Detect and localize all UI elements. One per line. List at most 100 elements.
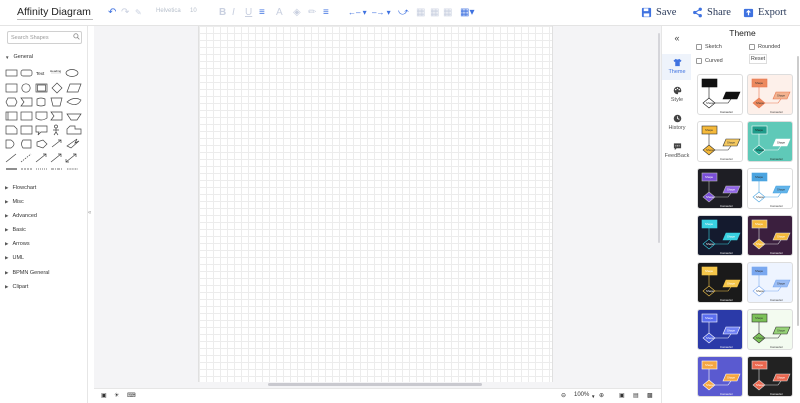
section-misc[interactable]: ▶ Misc [5,199,24,205]
shape-rounded-rectangle[interactable] [20,69,33,77]
strip-item-style[interactable]: Style [662,86,692,103]
sketch-checkbox[interactable] [696,44,702,50]
zoom-level[interactable]: 100% [574,392,589,398]
zoom-dropdown-icon[interactable]: ▼ [591,394,595,399]
group-icon[interactable]: ▦ [443,7,452,19]
shape-lightning[interactable] [66,138,80,149]
theme-card[interactable]: Shape Shape Shape Connector [697,215,743,256]
share-button[interactable]: Share [692,7,731,18]
shape-delay[interactable] [5,139,15,149]
shape-cloud[interactable] [66,98,82,105]
export-button[interactable]: Export [743,7,787,18]
section-clipart[interactable]: ▶ Clipart [5,284,28,290]
shape-heading[interactable]: Heading [50,69,62,73]
shape-cross[interactable] [66,125,82,135]
section-basic[interactable]: ▶ Basic [5,227,26,233]
shape-callout[interactable] [35,125,48,136]
shape-circle[interactable] [21,83,31,93]
theme-card[interactable]: Shape Shape Shape Connector [747,168,793,209]
bold-icon[interactable]: B [219,7,226,19]
zoom-in-icon[interactable]: ⊕ [599,392,604,399]
font-color-icon[interactable]: A [276,7,283,19]
theme-card[interactable]: Shape Shape Shape Connector [697,262,743,303]
shape-cylinder[interactable] [36,97,46,107]
drawing-page[interactable] [198,26,553,382]
theme-card[interactable]: Shape Shape Shape Connector [747,121,793,162]
shape-rectangle[interactable] [5,69,18,77]
shape-display[interactable] [21,139,32,149]
shape-text[interactable]: Text [36,71,45,76]
zoom-out-icon[interactable]: ⊖ [561,392,566,399]
redo-icon[interactable]: ↷ [121,7,129,19]
shape-arrow-pentagon[interactable] [36,139,48,149]
shape-dashed-line[interactable] [20,153,32,163]
shape-arrow-diagonal[interactable] [51,139,62,148]
reset-button[interactable]: Reset [749,54,767,64]
strip-item-theme[interactable]: Theme [662,54,692,80]
general-shapes-grid[interactable]: Text Heading [5,67,83,171]
collapse-right-panel-icon[interactable]: « [662,33,692,43]
italic-icon[interactable]: I [232,7,235,19]
theme-card[interactable]: Shape Shape Shape Connector [747,262,793,303]
shape-card-corner[interactable] [20,125,33,135]
arrange-back-icon[interactable]: ▦ [430,7,439,19]
document-title[interactable]: Affinity Diagram [17,6,93,20]
keyboard-icon[interactable]: ⌨ [127,392,136,399]
shape-hexagon[interactable] [5,97,18,107]
table-icon[interactable]: ▦▾ [460,7,474,19]
shape-tape[interactable] [50,111,63,121]
section-uml[interactable]: ▶ UML [5,255,24,261]
theme-card[interactable]: Shape Shape Shape Connector [697,168,743,209]
shape-double-arrow[interactable] [65,153,77,163]
search-icon[interactable] [73,33,80,40]
shape-actor[interactable] [53,128,59,136]
format-painter-icon[interactable]: ✎ [135,7,142,19]
rounded-checkbox[interactable] [749,44,755,50]
horizontal-scrollbar[interactable] [268,383,482,386]
theme-card[interactable]: Shape Shape Shape Connector [697,121,743,162]
theme-mode-icon[interactable]: ☀ [114,392,119,399]
theme-card[interactable]: Shape Shape Shape Connector [697,356,743,397]
shape-step[interactable] [20,97,33,107]
theme-card[interactable]: Shape Shape Shape Connector [747,356,793,397]
theme-card[interactable]: Shape Shape Shape Connector [697,309,743,350]
section-bpmn-general[interactable]: ▶ BPMN General [5,270,49,276]
shape-square[interactable] [5,83,18,93]
section-general[interactable]: ▼ General [5,54,33,60]
line-end-icon[interactable]: –→ ▾ [372,7,391,19]
shape-document[interactable] [35,111,48,121]
section-arrows[interactable]: ▶ Arrows [5,241,30,247]
vertical-scrollbar[interactable] [658,33,660,243]
undo-icon[interactable]: ↶ [108,7,116,19]
section-advanced[interactable]: ▶ Advanced [5,213,37,219]
collapse-left-panel-icon[interactable]: « [88,210,91,216]
underline-icon[interactable]: U [245,7,252,19]
shape-manual-operation[interactable] [66,113,82,121]
align-icon[interactable]: ≡ [259,7,265,19]
shape-line[interactable] [5,153,17,163]
shape-card[interactable] [20,111,33,121]
fit-width-icon[interactable]: ▤ [633,392,639,399]
fill-icon[interactable]: ◈ [293,7,301,19]
font-size-select[interactable]: 10 [190,8,197,14]
strip-item-history[interactable]: History [662,114,692,131]
rounded-option[interactable]: Rounded [749,44,780,50]
fullscreen-icon[interactable]: ▩ [647,392,653,399]
canvas-area[interactable] [94,26,661,388]
shape-arrow-bold[interactable] [50,153,62,163]
sketch-option[interactable]: Sketch [696,44,722,50]
fit-page-icon[interactable]: ▣ [619,392,625,399]
search-shapes-input[interactable]: Search Shapes [7,31,82,44]
shape-arrow-line[interactable] [35,153,47,163]
font-family-select[interactable]: Helvetica [156,8,181,14]
curved-option[interactable]: Curved [696,58,723,64]
shape-diamond[interactable] [51,82,63,94]
curved-checkbox[interactable] [696,58,702,64]
theme-card[interactable]: Shape Shape Shape Connector [747,74,793,115]
theme-panel-scrollbar[interactable] [797,56,799,326]
connector-type-icon[interactable]: ⤻ [398,7,409,19]
theme-card[interactable]: Shape Shape Shape Connector [747,215,793,256]
line-style-icon[interactable]: ≡ [323,7,329,19]
arrange-front-icon[interactable]: ▦ [416,7,425,19]
theme-card[interactable]: Shape Shape Shape Connector [747,309,793,350]
